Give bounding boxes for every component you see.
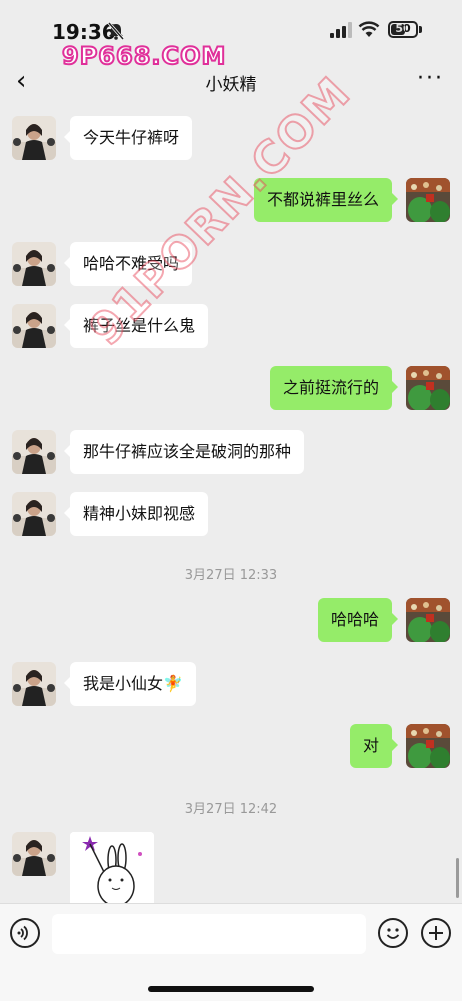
rabbit-wand-sticker[interactable] (70, 832, 154, 904)
timestamp: 3月27日 12:42 (184, 802, 278, 817)
plus-icon[interactable] (421, 918, 451, 948)
received-message[interactable]: 哈哈不难受吗 (63, 242, 193, 286)
silent-bell-icon (107, 22, 125, 44)
timestamp: 3月27日 12:33 (184, 568, 278, 583)
self-avatar[interactable] (406, 178, 450, 222)
received-message[interactable]: 我是小仙女🧚 (64, 662, 196, 706)
wifi-icon (358, 20, 380, 42)
voice-icon[interactable] (10, 918, 40, 948)
contact-avatar[interactable] (12, 116, 56, 160)
self-avatar[interactable] (406, 366, 450, 410)
chat-header: ‹ 小妖精 ··· (0, 60, 462, 104)
received-message[interactable]: 裤子丝是什么鬼 (63, 304, 209, 348)
sent-message[interactable]: 之前挺流行的 (269, 366, 399, 410)
contact-avatar[interactable] (12, 492, 56, 536)
battery-icon: 50 (388, 21, 418, 38)
message-list[interactable]: 今天牛仔裤呀不都说裤里丝么哈哈不难受吗 裤子丝是什么鬼之前挺流行的那牛仔裤应该全是… (0, 104, 462, 904)
contact-avatar[interactable] (12, 662, 56, 706)
sent-message[interactable]: 哈哈哈 (317, 598, 399, 642)
battery-tip (419, 26, 422, 33)
more-icon[interactable]: ··· (417, 66, 444, 91)
contact-avatar[interactable] (12, 304, 56, 348)
sent-message[interactable]: 对 (349, 724, 399, 768)
emoji-icon[interactable] (378, 918, 408, 948)
received-message[interactable]: 今天牛仔裤呀 (63, 116, 193, 160)
message-input[interactable] (52, 914, 366, 954)
received-message[interactable]: 那牛仔裤应该全是破洞的那种 (63, 430, 305, 474)
contact-avatar[interactable] (12, 242, 56, 286)
home-indicator (148, 986, 314, 992)
cellular-signal-icon (330, 22, 352, 42)
scrollbar[interactable] (456, 858, 459, 898)
chat-title: 小妖精 (205, 75, 257, 95)
status-time: 19:36 (52, 20, 116, 44)
self-avatar[interactable] (406, 598, 450, 642)
contact-avatar[interactable] (12, 430, 56, 474)
self-avatar[interactable] (406, 724, 450, 768)
received-message[interactable]: 精神小妹即视感 (63, 492, 209, 536)
sent-message[interactable]: 不都说裤里丝么 (253, 178, 399, 222)
battery-level: 50 (395, 22, 411, 35)
contact-avatar[interactable] (12, 832, 56, 876)
